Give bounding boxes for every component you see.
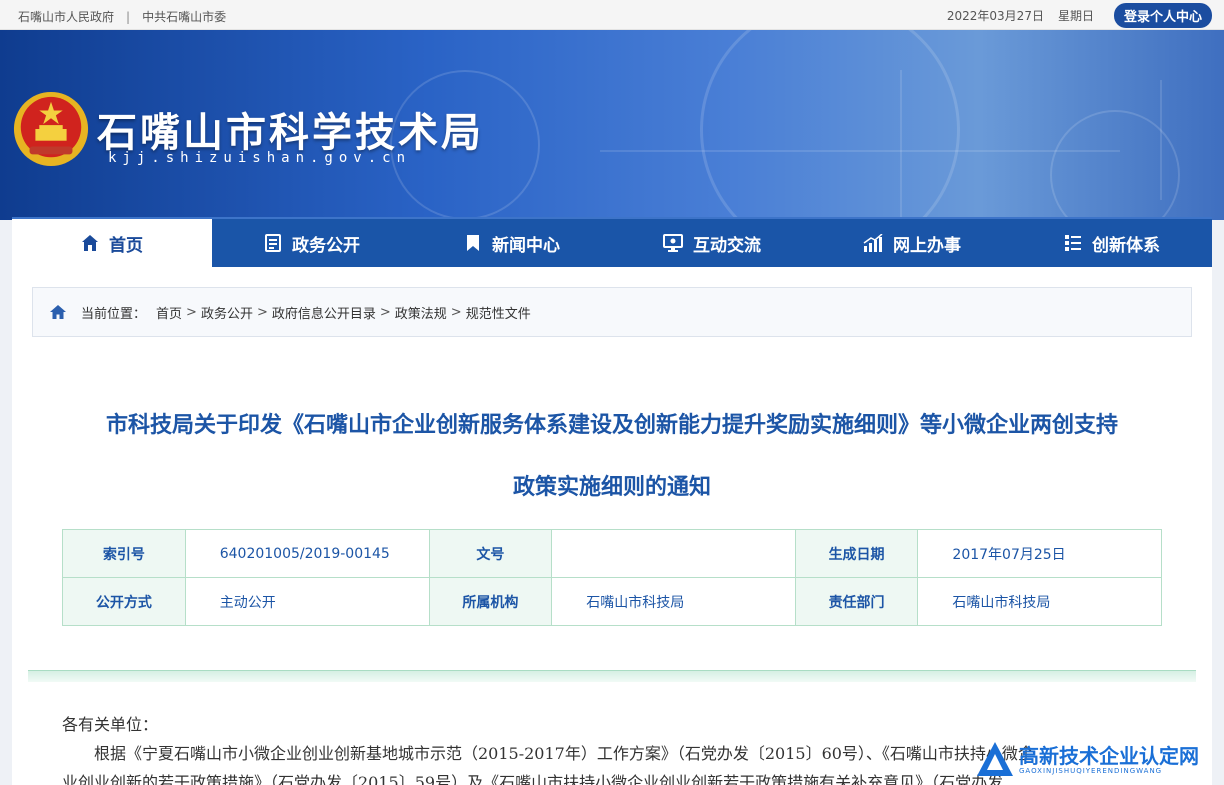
header-banner: 石嘴山市科学技术局 kjj.shizuishan.gov.cn (0, 30, 1224, 220)
breadcrumb-arrow: > (256, 304, 268, 320)
top-separator: | (126, 9, 131, 24)
watermark: 高新技术企业认定网 GAOXINJISHUQIYERENDINGWANG (975, 735, 1224, 785)
main-content: 当前位置： 首页 > 政务公开 > 政府信息公开目录 > 政策法规 > 规范性文… (12, 267, 1212, 785)
link-gov[interactable]: 石嘴山市人民政府 (18, 8, 114, 25)
org-label: 所属机构 (428, 577, 553, 626)
document-title: 市科技局关于印发《石嘴山市企业创新服务体系建设及创新能力提升奖励实施细则》等小微… (12, 395, 1212, 519)
org-value: 石嘴山市科技局 (551, 577, 796, 626)
watermark-text: 高新技术企业认定网 GAOXINJISHUQIYERENDINGWANG (1019, 745, 1199, 775)
gear-decoration (700, 30, 960, 220)
nav-item-online-service[interactable]: 网上办事 (812, 219, 1012, 267)
circuit-line (900, 70, 902, 220)
date-value: 2017年07月25日 (917, 529, 1162, 578)
main-nav: 首页 政务公开 新闻中心 互动交流 网上办事 创新体系 (12, 217, 1212, 267)
document-icon (264, 234, 282, 252)
nav-label: 新闻中心 (492, 235, 560, 256)
nav-label: 首页 (109, 235, 143, 256)
watermark-sub: GAOXINJISHUQIYERENDINGWANG (1019, 767, 1163, 775)
bar-chart-icon (863, 234, 883, 252)
document-meta-table: 索引号 640201005/2019-00145 文号 生成日期 2017年07… (62, 529, 1162, 626)
home-icon (49, 304, 67, 320)
list-icon (1064, 234, 1082, 252)
nav-item-gov-affairs[interactable]: 政务公开 (212, 219, 412, 267)
table-row: 公开方式 主动公开 所属机构 石嘴山市科技局 责任部门 石嘴山市科技局 (62, 577, 1162, 626)
open-mode-label: 公开方式 (62, 577, 186, 626)
breadcrumb-arrow: > (186, 304, 197, 320)
document-title-line2: 政策实施细则的通知 (512, 475, 711, 500)
breadcrumb-info-catalog[interactable]: 政府信息公开目录 (272, 303, 376, 322)
section-divider (28, 670, 1196, 682)
top-links: 石嘴山市人民政府 | 中共石嘴山市委 (18, 8, 226, 25)
nav-label: 创新体系 (1092, 235, 1160, 256)
monitor-icon (663, 234, 683, 252)
circuit-line (1160, 80, 1162, 200)
nav-label: 互动交流 (693, 235, 761, 256)
doc-no-label: 文号 (428, 529, 553, 578)
breadcrumb-arrow: > (379, 304, 391, 320)
breadcrumb-policy[interactable]: 政策法规 (395, 303, 447, 322)
circuit-line (600, 150, 1120, 152)
dept-value: 石嘴山市科技局 (917, 577, 1162, 626)
index-label: 索引号 (62, 529, 186, 578)
open-mode-value: 主动公开 (184, 577, 430, 626)
nav-label: 政务公开 (292, 235, 360, 256)
breadcrumb-normative-docs[interactable]: 规范性文件 (466, 303, 531, 322)
watermark-logo-icon (977, 742, 1013, 776)
nav-label: 网上办事 (893, 235, 961, 256)
bookmark-icon (464, 234, 482, 252)
breadcrumb: 当前位置： 首页 > 政务公开 > 政府信息公开目录 > 政策法规 > 规范性文… (32, 287, 1192, 337)
breadcrumb-prefix: 当前位置： (81, 306, 147, 322)
nav-item-news[interactable]: 新闻中心 (412, 219, 612, 267)
doc-no-value (551, 529, 796, 578)
nav-item-home[interactable]: 首页 (12, 219, 212, 267)
dept-label: 责任部门 (794, 577, 919, 626)
index-value: 640201005/2019-00145 (184, 529, 430, 578)
breadcrumb-gov-affairs[interactable]: 政务公开 (201, 303, 253, 322)
breadcrumb-arrow: > (450, 304, 462, 320)
nav-item-innovation[interactable]: 创新体系 (1012, 219, 1212, 267)
top-bar: 石嘴山市人民政府 | 中共石嘴山市委 2022年03月27日 星期日 登录个人中… (0, 0, 1224, 30)
watermark-main: 高新技术企业认定网 (1019, 744, 1199, 768)
nav-item-interaction[interactable]: 互动交流 (612, 219, 812, 267)
top-right: 2022年03月27日 星期日 登录个人中心 (947, 3, 1212, 28)
date-label: 生成日期 (794, 529, 919, 578)
document-title-line1: 市科技局关于印发《石嘴山市企业创新服务体系建设及创新能力提升奖励实施细则》等小微… (105, 413, 1118, 438)
link-party[interactable]: 中共石嘴山市委 (142, 8, 226, 25)
current-weekday: 星期日 (1057, 9, 1094, 23)
table-row: 索引号 640201005/2019-00145 文号 生成日期 2017年07… (62, 529, 1162, 578)
breadcrumb-home[interactable]: 首页 (156, 303, 182, 322)
site-domain: kjj.shizuishan.gov.cn (108, 150, 412, 166)
current-date: 2022年03月27日 (946, 9, 1044, 23)
home-icon (81, 234, 99, 252)
login-button[interactable]: 登录个人中心 (1113, 3, 1212, 28)
national-emblem-icon (13, 91, 89, 167)
